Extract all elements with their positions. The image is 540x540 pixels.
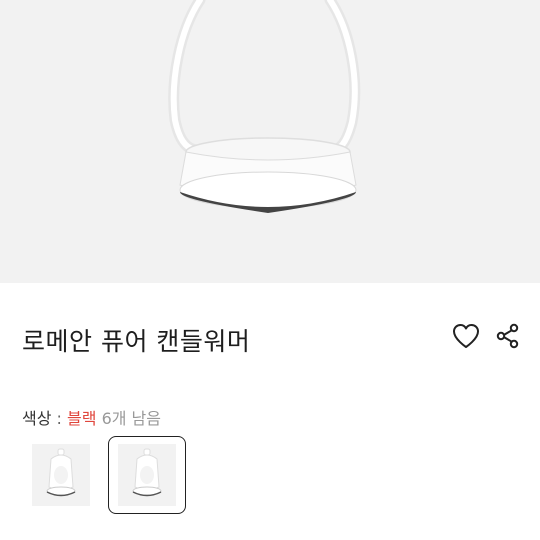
option-value: 블랙 [67,409,97,428]
option-label: 색상 [22,409,52,428]
lantern-thumbnail-icon [46,448,76,497]
lantern-illustration [168,0,361,213]
product-title-row: 로메안 퓨어 캔들워머 [22,318,522,358]
like-button[interactable] [450,320,482,352]
product-hero-image[interactable] [0,0,540,283]
share-button[interactable] [492,320,524,352]
thumbnail-image [118,444,176,506]
share-icon [496,323,519,349]
color-option-thumbnail[interactable] [22,436,100,514]
lantern-thumbnail-icon [132,448,162,497]
heart-outline-icon [453,324,479,348]
option-stock: 6개 남음 [101,409,161,428]
product-title: 로메안 퓨어 캔들워머 [22,327,251,356]
color-option-thumbnail-selected[interactable] [108,436,186,514]
option-color-line: 색상 : 블랙 6개 남음 [22,405,161,429]
thumbnail-image [32,444,90,506]
option-separator: : [51,409,68,428]
